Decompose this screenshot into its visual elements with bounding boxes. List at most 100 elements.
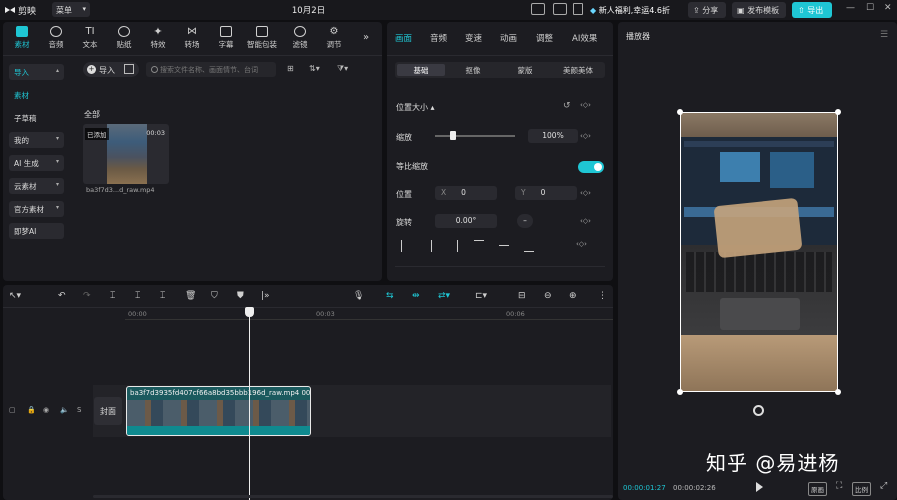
shield-icon[interactable]: ⛉ [211,291,218,301]
position-y-input[interactable]: Y0 [515,186,577,200]
aspect-ratio-button[interactable]: 比例 [852,482,871,496]
nav-ai-generate[interactable]: AI 生成 ▾ [9,155,64,171]
split-left-icon[interactable]: ⌶ [135,291,140,301]
keyframe-icon[interactable]: ‹◇› [580,132,591,140]
tool-effects[interactable]: ✦ 特效 [141,26,175,52]
redo-icon[interactable]: ↷ [83,291,91,301]
grid-view-icon[interactable] [124,64,134,74]
solo-icon[interactable]: S [77,406,81,414]
selection-frame[interactable] [680,112,838,392]
align-top-icon[interactable] [474,240,484,250]
track-cover-icon[interactable]: ▢ [9,406,16,414]
search-input[interactable]: 搜索文件名称、画面情节、台词 [146,62,276,77]
resize-handle[interactable] [677,109,683,115]
subtab-cutout[interactable]: 抠像 [449,64,497,76]
nav-jimeng-ai[interactable]: 即梦AI [9,223,64,239]
tool-captions[interactable]: 字幕 [209,26,243,52]
align-more-icon[interactable]: ‹◇› [576,240,587,248]
rotation-input[interactable]: 0.00° [435,214,497,228]
nav-mine[interactable]: 我的 ▾ [9,132,64,148]
subtitle-icon[interactable]: ⊟ [518,291,526,301]
minimize-icon[interactable]: — [846,3,855,13]
fit-screen-icon[interactable]: ⛶ [834,480,844,492]
tab-animation[interactable]: 动画 [500,32,517,44]
video-clip[interactable]: ba3f7d3935fd407cf66a8bd35bbb196d_raw.mp4… [126,386,311,436]
keyframe-icon[interactable]: ‹◇› [580,217,591,225]
menu-icon[interactable]: ☰ [880,30,888,40]
playhead[interactable] [249,312,250,500]
subtab-basic[interactable]: 基础 [397,64,445,76]
align-bottom-icon[interactable] [524,240,534,252]
promo-badge[interactable]: ◆ 新人福利,幸运4.6折 [590,3,680,17]
cover-button[interactable]: 封面 [94,397,122,425]
auto-snap-icon[interactable]: ⇹ [412,291,420,301]
subtab-mask[interactable]: 蒙版 [501,64,549,76]
layout-icon[interactable] [553,3,567,15]
sort-icon[interactable]: ⇅▾ [309,64,320,73]
expand-icon[interactable]: » [363,32,369,43]
rotate-handle-icon[interactable] [753,405,764,416]
align-center-h-icon[interactable] [426,240,432,252]
close-icon[interactable]: ✕ [884,3,892,13]
nav-import[interactable]: 导入 ▴ [9,64,64,80]
tab-audio[interactable]: 音频 [430,32,447,44]
undo-icon[interactable]: ↶ [58,291,66,301]
tab-adjust[interactable]: 调整 [536,32,553,44]
tool-text[interactable]: TI 文本 [73,26,107,52]
keyframe-icon[interactable]: ‹◇› [580,101,591,109]
more-icon[interactable]: ⋮ [598,291,607,301]
position-x-input[interactable]: X0 [435,186,497,200]
subtab-beauty[interactable]: 美颜美体 [553,64,603,76]
tool-media[interactable]: 素材 [5,26,39,52]
tool-audio[interactable]: 音频 [39,26,73,52]
delete-icon[interactable]: 🗑 [185,291,196,301]
zoom-in-icon[interactable]: ⊕ [569,291,577,301]
timeline-scrollbar[interactable] [93,495,613,498]
resize-handle[interactable] [835,109,841,115]
split-right-icon[interactable]: ⌶ [160,291,165,301]
filter-dropdown-icon[interactable]: ⧩▾ [337,64,348,74]
split-icon[interactable]: ⌶ [110,291,115,301]
preview-axis-icon[interactable]: ⊏▾ [475,291,487,301]
eye-icon[interactable]: ◉ [43,406,49,414]
fullscreen-icon[interactable]: ⤢ [878,480,889,492]
tab-speed[interactable]: 变速 [465,32,482,44]
resize-handle[interactable] [835,389,841,395]
microphone-icon[interactable]: 🎙 [353,291,364,301]
share-button[interactable]: ⇪ 分享 [688,2,726,18]
tab-ai-effects[interactable]: AI效果 [572,32,597,44]
play-icon[interactable] [756,482,763,492]
media-thumbnail[interactable]: 已添加 00:03 [83,124,169,184]
keyboard-icon[interactable] [531,3,545,15]
marker-icon[interactable]: ⛊ [237,291,244,301]
align-center-v-icon[interactable] [499,245,509,251]
scale-input[interactable]: 100% [528,129,578,143]
scale-slider-handle[interactable] [450,131,456,140]
main-track-magnet-icon[interactable]: ⇆ [386,291,394,301]
nav-official[interactable]: 官方素材 ▾ [9,201,64,217]
uniform-scale-toggle[interactable] [578,161,604,173]
rotation-dial[interactable]: – [517,214,533,228]
align-right-icon[interactable] [448,240,458,252]
keyframe-icon[interactable]: ‹◇› [580,189,591,197]
volume-icon[interactable]: 🔈 [60,406,69,414]
nav-material[interactable]: 素材 [9,87,64,103]
tool-adjust[interactable]: ⚙ 调节 [317,26,351,52]
reset-icon[interactable]: ↺ [563,101,571,111]
maximize-icon[interactable]: ☐ [866,3,874,13]
screen-icon[interactable] [573,3,583,15]
publish-template-button[interactable]: ▣ 发布模板 [732,2,786,18]
tool-transitions[interactable]: ⋈ 转场 [175,26,209,52]
more-tools-icon[interactable]: |» [261,291,270,301]
select-tool-icon[interactable]: ↖▾ [9,291,21,301]
scale-slider-track[interactable] [435,135,515,137]
linkage-icon[interactable]: ⇄▾ [438,291,450,301]
tab-picture[interactable]: 画面 [395,32,412,44]
align-left-icon[interactable] [401,240,411,252]
export-button[interactable]: ⇧ 导出 [792,2,832,18]
original-quality-button[interactable]: 原画 [808,482,827,496]
nav-subdraft[interactable]: 子草稿 [9,110,64,126]
nav-cloud[interactable]: 云素材 ▾ [9,178,64,194]
tool-smart-package[interactable]: 智能包装 [243,26,281,52]
layout-toggle-icon[interactable]: ⊞ [287,64,294,73]
